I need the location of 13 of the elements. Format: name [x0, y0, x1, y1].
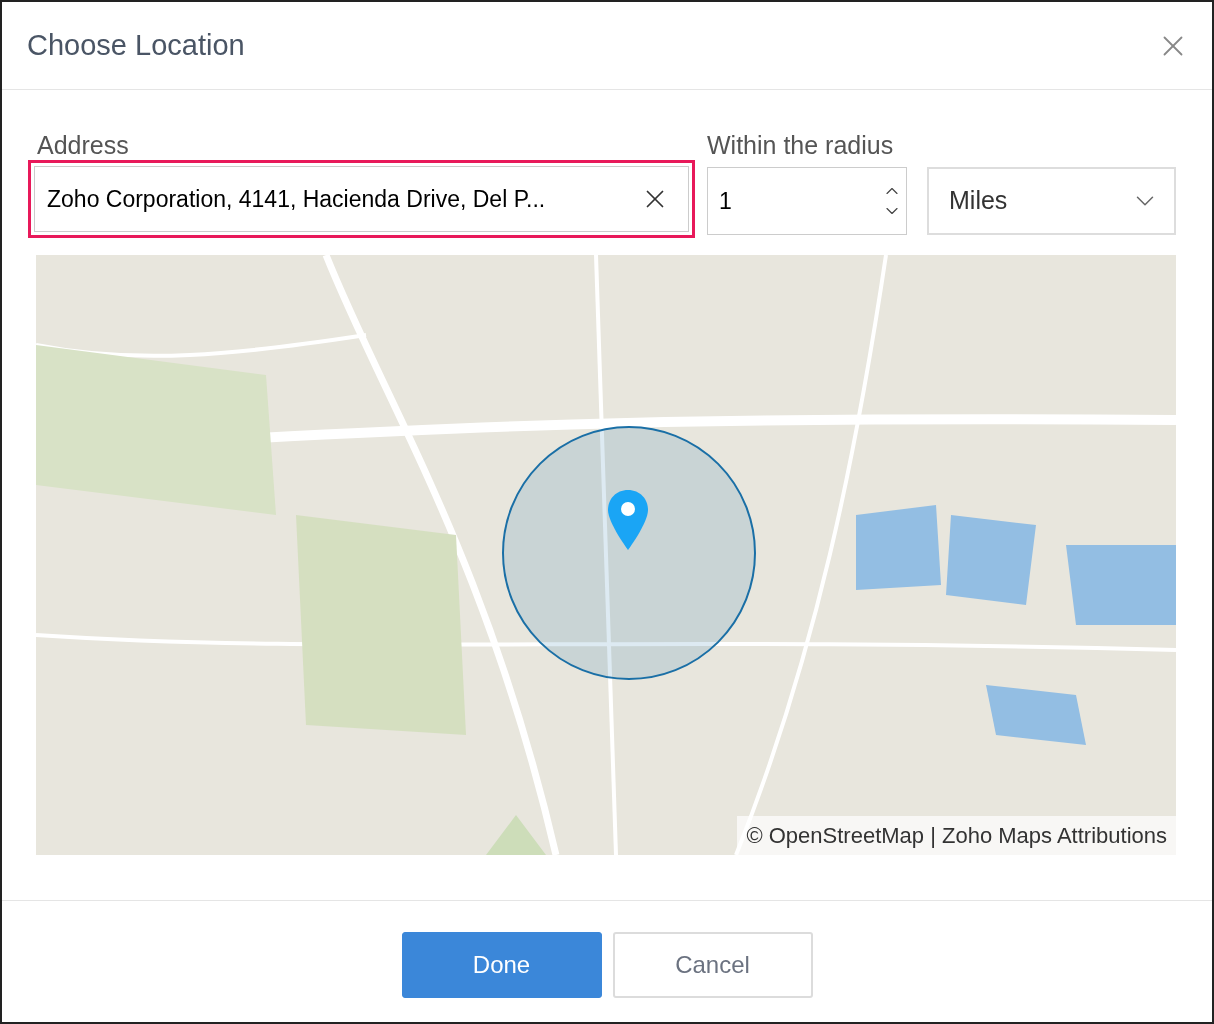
radius-value: 1 — [719, 186, 733, 216]
address-value: Zoho Corporation, 4141, Hacienda Drive, Del P... — [47, 184, 547, 214]
radius-label: Within the radius — [707, 130, 895, 160]
map-attribution: © OpenStreetMap | Zoho Maps Attributions — [737, 816, 1176, 855]
dialog-title: Choose Location — [27, 27, 245, 63]
done-button[interactable]: Done — [401, 932, 602, 998]
radius-field[interactable]: 1 — [707, 167, 907, 235]
address-label: Address — [37, 130, 130, 160]
address-field[interactable]: Zoho Corporation, 4141, Hacienda Drive, Del P... — [34, 166, 689, 232]
unit-dropdown[interactable]: Miles — [927, 167, 1176, 235]
location-pin-icon[interactable] — [606, 488, 650, 552]
cancel-button[interactable]: Cancel — [612, 932, 813, 998]
map[interactable]: © OpenStreetMap | Zoho Maps Attributions — [36, 255, 1176, 855]
